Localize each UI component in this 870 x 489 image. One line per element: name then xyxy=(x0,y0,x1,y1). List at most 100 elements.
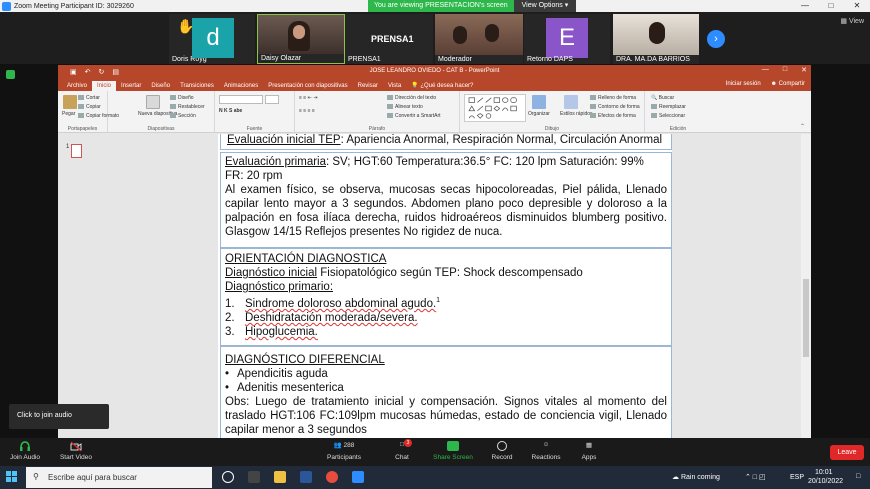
bold-button[interactable]: N K S abe xyxy=(219,108,242,114)
obs-paragraph: Obs: Luego de tratamiento inicial y comp… xyxy=(225,396,667,436)
shapes-gallery[interactable] xyxy=(464,94,526,122)
zoom-taskbar-icon[interactable] xyxy=(352,471,364,483)
participant-name: PRENSA1 xyxy=(348,56,381,63)
clock-date[interactable]: 20/10/2022 xyxy=(808,478,843,485)
tab-inicio[interactable]: Inicio xyxy=(92,81,117,91)
font-family-input[interactable] xyxy=(219,95,263,104)
section-button[interactable]: Sección xyxy=(170,113,196,119)
quick-styles-button[interactable]: Estilos rápidos xyxy=(560,111,593,117)
video-off-icon xyxy=(70,441,82,452)
chevron-right-icon[interactable]: › xyxy=(707,30,725,48)
align-buttons[interactable]: ≡ ≡ ≡ ≡ xyxy=(299,108,315,114)
text-box-orientation[interactable]: ORIENTACIÓN DIAGNOSTICA Diagnóstico inic… xyxy=(220,248,672,346)
slide-canvas[interactable]: Evaluación inicial TEP: Apariencia Anorm… xyxy=(218,134,672,438)
file-explorer-icon[interactable] xyxy=(274,471,286,483)
font-size-input[interactable] xyxy=(265,95,279,104)
tell-me-search[interactable]: 💡 ¿Qué desea hacer? xyxy=(406,80,478,91)
apps-button[interactable]: ▦ Apps xyxy=(578,441,600,461)
list-item: 3. Hipoglucemia. xyxy=(225,325,318,338)
participant-tile-active[interactable]: Daisy Olazar xyxy=(257,14,345,64)
reactions-button[interactable]: ☺ Reactions xyxy=(530,441,562,461)
signin-link[interactable]: Iniciar sesión xyxy=(726,81,761,87)
join-audio-button[interactable]: Join Audio xyxy=(8,441,42,461)
notifications-icon[interactable]: □ xyxy=(856,473,860,480)
windows-start-icon[interactable] xyxy=(6,471,18,483)
shape-effects-button[interactable]: Efectos de forma xyxy=(590,113,636,119)
maximize-icon[interactable]: □ xyxy=(818,0,844,12)
scrollbar-thumb[interactable] xyxy=(803,279,809,357)
avatar: d xyxy=(192,18,234,58)
tab-revisar[interactable]: Revisar xyxy=(353,81,383,91)
group-label: Edición xyxy=(669,126,687,132)
view-options-button[interactable]: View Options ▾ xyxy=(513,0,577,12)
tray-icons[interactable]: ⌃ □ ◰ xyxy=(745,473,766,481)
collapse-ribbon-icon[interactable]: ⌃ xyxy=(800,123,805,130)
tab-diseno[interactable]: Diseño xyxy=(146,81,175,91)
participant-center-label: PRENSA1 xyxy=(371,34,414,44)
record-button[interactable]: Record xyxy=(490,441,514,461)
participant-tile[interactable]: PRENSA1 PRENSA1 xyxy=(345,14,433,64)
smartart-button[interactable]: Convertir a SmartArt xyxy=(387,113,441,119)
text-box-primary[interactable]: Evaluación primaria: SV; HGT:60 Temperat… xyxy=(220,152,672,248)
speaker-view-button[interactable]: ▦ View xyxy=(840,17,864,25)
record-icon xyxy=(497,441,507,451)
copy-button[interactable]: Copiar xyxy=(78,104,101,110)
chrome-icon[interactable] xyxy=(326,471,338,483)
text-box-tep[interactable]: Evaluación inicial TEP: Apariencia Anorm… xyxy=(220,134,672,150)
share-screen-button[interactable]: Share Screen xyxy=(432,441,474,461)
cut-button[interactable]: Cortar xyxy=(78,95,100,101)
language-indicator[interactable]: ESP xyxy=(790,474,804,481)
chat-button[interactable]: □ 3 Chat xyxy=(390,439,414,461)
start-video-button[interactable]: Start Video xyxy=(58,441,94,461)
group-drawing: Organizar Estilos rápidos Relleno de for… xyxy=(460,91,645,133)
join-audio-tooltip: Click to join audio xyxy=(9,404,109,429)
close-icon[interactable]: ✕ xyxy=(844,0,870,12)
share-button[interactable]: ☻ Compartir xyxy=(771,81,805,87)
weather-widget[interactable]: ☁ Rain coming xyxy=(672,473,720,481)
tab-presentacion[interactable]: Presentación con diapositivas xyxy=(263,81,352,91)
camera-feed xyxy=(258,15,344,54)
participants-button[interactable]: 👥 288 Participants xyxy=(324,441,364,461)
shape-fill-button[interactable]: Relleno de forma xyxy=(590,95,636,101)
align-text-button[interactable]: Alinear texto xyxy=(387,104,423,110)
maximize-icon[interactable]: □ xyxy=(783,66,787,74)
word-icon[interactable] xyxy=(300,471,312,483)
minimize-icon[interactable]: — xyxy=(792,0,818,12)
arrange-button[interactable]: Organizar xyxy=(528,111,550,117)
tab-insertar[interactable]: Insertar xyxy=(116,81,146,91)
group-label: Párrafo xyxy=(368,126,386,132)
tab-archivo[interactable]: Archivo xyxy=(62,81,92,91)
differential-title: DIAGNÓSTICO DIFERENCIAL xyxy=(225,354,385,366)
task-view-icon[interactable] xyxy=(222,471,234,483)
clock-time[interactable]: 10:01 xyxy=(815,469,833,476)
text-direction-button[interactable]: Dirección del texto xyxy=(387,95,436,101)
reset-button[interactable]: Restablecer xyxy=(170,104,205,110)
tab-transiciones[interactable]: Transiciones xyxy=(175,81,219,91)
zoom-window-title: Zoom Meeting Participant ID: 3029260 xyxy=(14,2,134,10)
slide-thumbnail[interactable] xyxy=(71,144,82,158)
participant-tile[interactable]: E Retorno DAPS xyxy=(524,14,610,64)
tab-vista[interactable]: Vista xyxy=(383,81,406,91)
participant-avatar-tile[interactable]: d xyxy=(191,14,235,64)
tab-animaciones[interactable]: Animaciones xyxy=(219,81,263,91)
close-icon[interactable]: ✕ xyxy=(801,66,807,74)
multitask-icon[interactable] xyxy=(248,471,260,483)
taskbar-search-input[interactable]: ⚲ Escribe aquí para buscar xyxy=(26,467,212,488)
layout-button[interactable]: Diseño xyxy=(170,95,194,101)
list-item: • Adenitis mesenterica xyxy=(225,382,344,394)
chat-badge: 3 xyxy=(404,439,412,447)
leave-button[interactable]: Leave xyxy=(830,445,864,460)
participant-tile[interactable]: Moderador xyxy=(435,14,523,64)
bullets-button[interactable]: ≡ ≡ ⇤ ⇥ xyxy=(299,95,317,101)
select-button[interactable]: Seleccionar xyxy=(651,113,685,119)
paste-button[interactable]: Pegar xyxy=(62,111,75,117)
shape-outline-button[interactable]: Contorno de forma xyxy=(590,104,640,110)
text-box-differential[interactable]: DIAGNÓSTICO DIFERENCIAL • Apendicitis agu… xyxy=(220,346,672,438)
minimize-icon[interactable]: — xyxy=(762,66,769,74)
participant-tile[interactable]: DRA. MA.DA BARRIOS xyxy=(613,14,699,64)
replace-button[interactable]: Reemplazar xyxy=(651,104,686,110)
find-button[interactable]: 🔍 Buscar xyxy=(651,95,674,101)
reactions-icon: ☺ xyxy=(542,441,550,448)
viewing-screen-label: You are viewing PRESENTACION's screen xyxy=(368,0,514,12)
vertical-scrollbar[interactable] xyxy=(801,134,811,438)
